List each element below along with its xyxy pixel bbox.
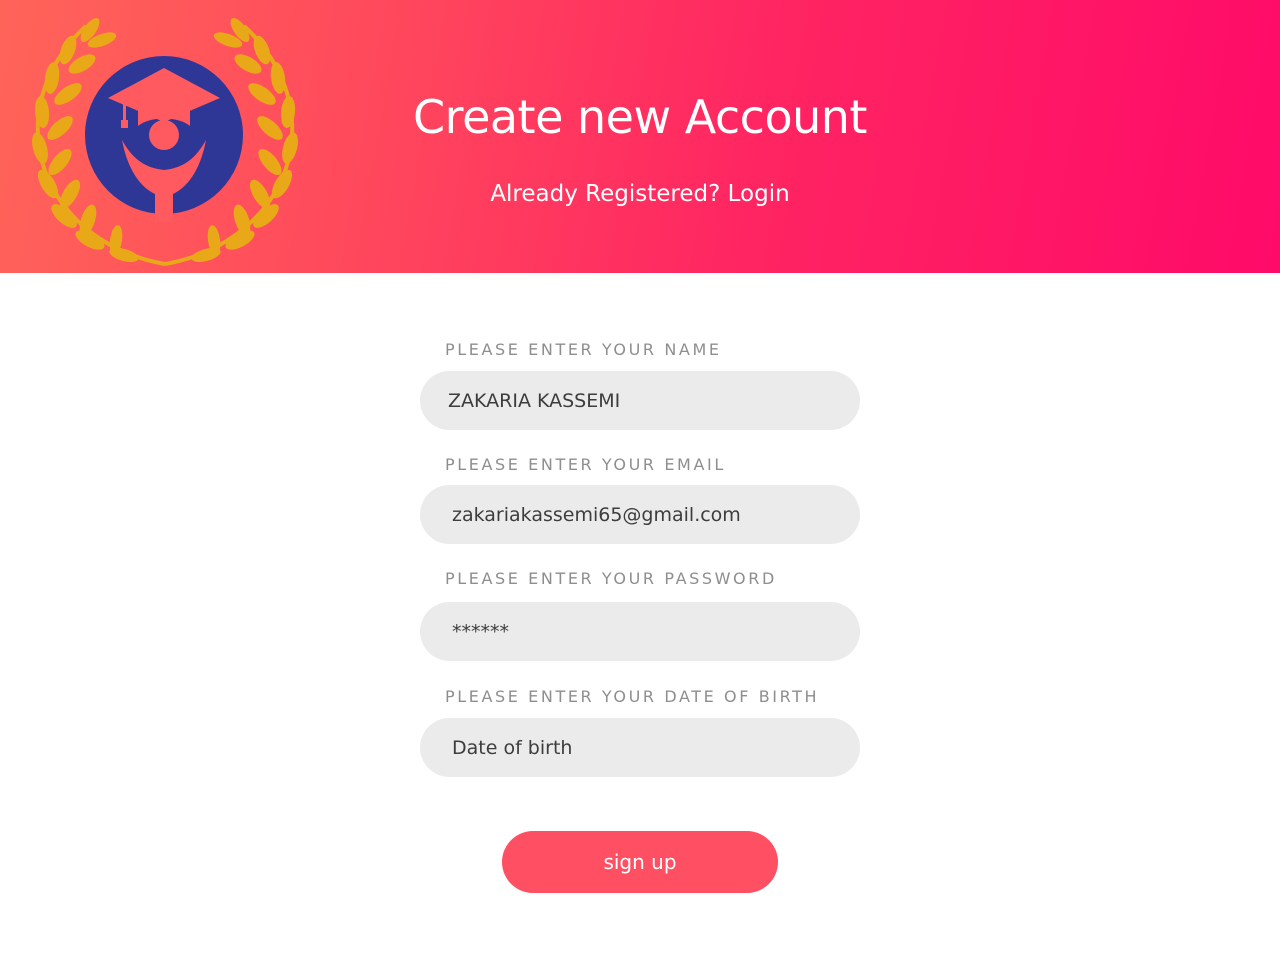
email-input[interactable] — [420, 485, 860, 544]
password-input[interactable] — [420, 602, 860, 661]
date-of-birth-input[interactable] — [420, 718, 860, 777]
sign-up-button[interactable]: sign up — [502, 831, 778, 893]
password-field-label: PLEASE ENTER YOUR PASSWORD — [445, 569, 777, 588]
login-link[interactable]: Already Registered? Login — [0, 178, 1280, 210]
email-field-label: PLEASE ENTER YOUR EMAIL — [445, 455, 726, 474]
name-field-label: PLEASE ENTER YOUR NAME — [445, 340, 722, 359]
name-input[interactable] — [420, 371, 860, 430]
dob-field-label: PLEASE ENTER YOUR DATE OF BIRTH — [445, 687, 820, 706]
page-title: Create new Account — [413, 90, 867, 144]
header-banner: Create new Account Already Registered? L… — [0, 0, 1280, 273]
